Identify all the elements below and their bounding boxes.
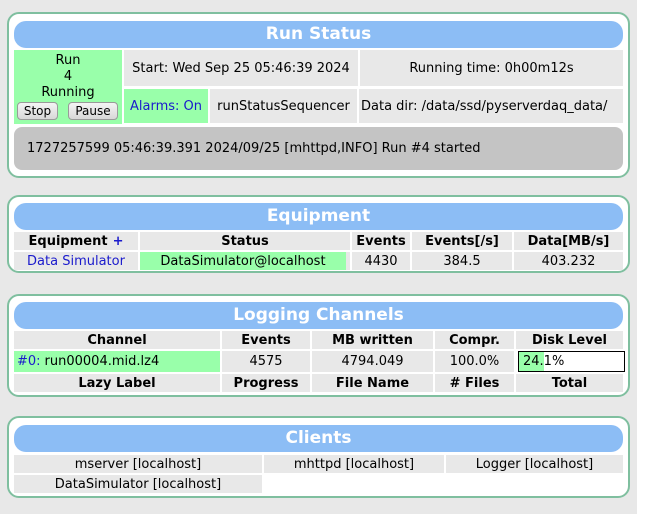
equipment-name-link[interactable]: Data Simulator bbox=[14, 252, 138, 270]
client-item: mhttpd [localhost] bbox=[264, 455, 444, 473]
channel-file: run00004.mid.lz4 bbox=[44, 354, 160, 369]
running-time: Running time: 0h00m12s bbox=[360, 50, 623, 86]
run-state: Running bbox=[41, 85, 95, 100]
equipment-panel: Equipment Equipment + Status Events Even… bbox=[7, 195, 630, 273]
disk-level-text: 24.1% bbox=[523, 354, 565, 369]
pause-button[interactable]: Pause bbox=[68, 102, 118, 120]
equipment-rate: 384.5 bbox=[412, 252, 512, 270]
disk-level-header: Disk Level bbox=[516, 331, 623, 349]
data-rate-header: Data[MB/s] bbox=[514, 232, 623, 250]
lazy-files-header: # Files bbox=[435, 374, 514, 392]
client-item: DataSimulator [localhost] bbox=[14, 475, 262, 493]
equipment-status: DataSimulator@localhost bbox=[140, 252, 346, 270]
compression-header: Compr. bbox=[435, 331, 514, 349]
equipment-events: 4430 bbox=[352, 252, 410, 270]
lazy-progress-header: Progress bbox=[222, 374, 310, 392]
clients-panel: Clients mserver [localhost] mhttpd [loca… bbox=[7, 416, 630, 498]
status-header: Status bbox=[140, 232, 350, 250]
add-equipment-button[interactable]: + bbox=[113, 234, 124, 249]
rate-header: Events[/s] bbox=[412, 232, 512, 250]
log-events-header: Events bbox=[222, 331, 310, 349]
equipment-data-rate: 403.232 bbox=[514, 252, 623, 270]
equipment-header-label: Equipment bbox=[28, 233, 108, 249]
run-number: 4 bbox=[63, 69, 73, 84]
run-start-time: Start: Wed Sep 25 05:46:39 2024 bbox=[124, 50, 358, 86]
lazy-label-header: Lazy Label bbox=[14, 374, 220, 392]
equipment-title: Equipment bbox=[14, 203, 623, 230]
log-events: 4575 bbox=[222, 351, 310, 372]
compression: 100.0% bbox=[435, 351, 514, 372]
channel-cell[interactable]: #0: run00004.mid.lz4 bbox=[14, 351, 220, 372]
data-directory: Data dir: /data/ssd/pyserverdaq_data/ bbox=[359, 89, 623, 123]
equipment-status-cell: DataSimulator@localhost bbox=[140, 252, 350, 270]
events-header: Events bbox=[352, 232, 410, 250]
client-item: mserver [localhost] bbox=[14, 455, 262, 473]
logging-channels-panel: Logging Channels Channel Events MB writt… bbox=[7, 294, 630, 397]
run-label: Run bbox=[55, 53, 81, 68]
disk-level-bar: 24.1% bbox=[518, 351, 625, 372]
lazy-total-header: Total bbox=[516, 374, 623, 392]
clients-title: Clients bbox=[14, 425, 623, 452]
message-line[interactable]: 1727257599 05:46:39.391 2024/09/25 [mhtt… bbox=[14, 127, 623, 170]
channel-header: Channel bbox=[14, 331, 220, 349]
client-item: Logger [localhost] bbox=[446, 455, 623, 473]
lazy-file-name-header: File Name bbox=[312, 374, 433, 392]
run-status-sequencer[interactable]: runStatusSequencer bbox=[210, 89, 357, 123]
run-status-panel: Run Status Run 4 Running Stop Pause Star… bbox=[7, 12, 630, 178]
channel-id-link[interactable]: #0: bbox=[17, 354, 41, 369]
stop-button[interactable]: Stop bbox=[17, 102, 58, 120]
alarms-status[interactable]: Alarms: On bbox=[124, 89, 208, 123]
run-status-title: Run Status bbox=[14, 21, 623, 48]
logging-channels-title: Logging Channels bbox=[14, 302, 623, 329]
mb-written: 4794.049 bbox=[312, 351, 433, 372]
mb-written-header: MB written bbox=[312, 331, 433, 349]
page-background: Run Status Run 4 Running Stop Pause Star… bbox=[0, 0, 637, 514]
equipment-header: Equipment + bbox=[14, 232, 138, 250]
